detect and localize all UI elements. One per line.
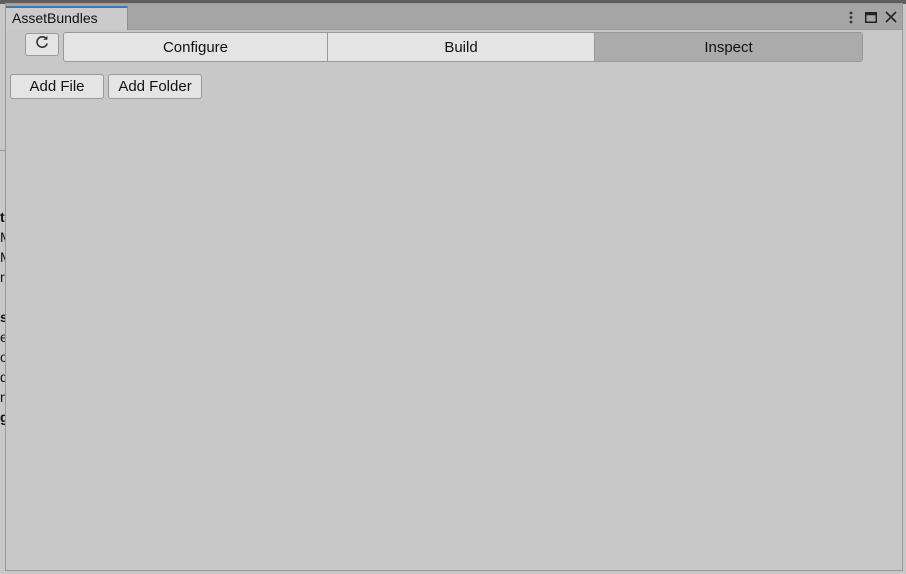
tab-inspect[interactable]: Inspect xyxy=(595,33,862,61)
tab-configure[interactable]: Configure xyxy=(64,33,328,61)
mode-toolbar: Configure Build Inspect xyxy=(6,30,902,64)
assetbundles-window: AssetBundles Configure Build Inspect Add… xyxy=(5,3,903,571)
inspect-content-area xyxy=(6,104,902,570)
more-vertical-icon[interactable] xyxy=(844,10,858,24)
add-folder-button[interactable]: Add Folder xyxy=(108,74,202,99)
close-icon[interactable] xyxy=(884,10,898,24)
refresh-button[interactable] xyxy=(25,33,59,56)
inspect-actions: Add File Add Folder xyxy=(10,74,202,99)
mode-tabs: Configure Build Inspect xyxy=(63,32,863,62)
add-file-button[interactable]: Add File xyxy=(10,74,104,99)
tab-build[interactable]: Build xyxy=(328,33,595,61)
window-controls xyxy=(844,8,898,26)
refresh-icon xyxy=(34,34,50,55)
maximize-icon[interactable] xyxy=(864,10,878,24)
window-tabbar: AssetBundles xyxy=(6,4,902,30)
window-tab-assetbundles[interactable]: AssetBundles xyxy=(6,6,128,30)
